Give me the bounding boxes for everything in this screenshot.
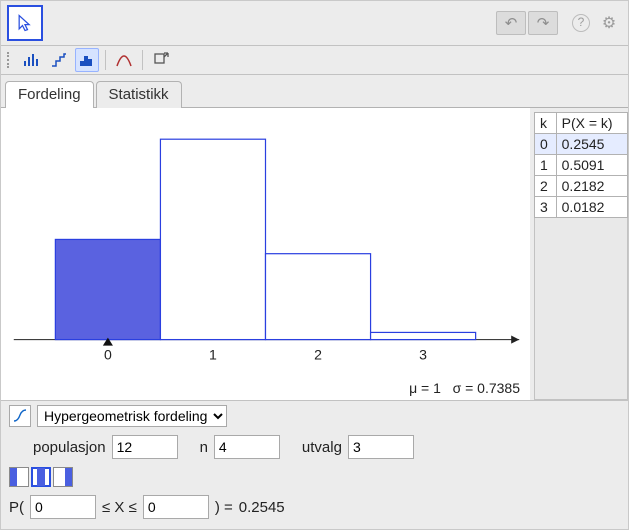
settings-button[interactable]: ⚙ — [596, 10, 622, 36]
curve-icon — [116, 52, 132, 68]
toolbar-separator — [105, 50, 106, 70]
svg-text:2: 2 — [314, 347, 322, 363]
undo-icon: ↶ — [505, 14, 518, 32]
tab-label: Fordeling — [18, 86, 81, 103]
distribution-graph-icon[interactable] — [9, 405, 31, 427]
app-window: ↶ ↷ ? ⚙ Fordel — [0, 0, 629, 530]
cell-k: 3 — [535, 197, 557, 218]
bars-icon — [23, 52, 39, 68]
col-p-header: P(X = k) — [556, 113, 627, 134]
mean-label: μ = 1 — [409, 380, 441, 396]
prob-suffix: ) = — [215, 499, 233, 516]
cell-p: 0.5091 — [556, 155, 627, 176]
pmf-table: k P(X = k) 00.254510.509120.218230.0182 — [534, 112, 628, 218]
table-row[interactable]: 20.2182 — [535, 176, 628, 197]
redo-icon: ↷ — [537, 14, 550, 32]
svg-text:0: 0 — [104, 347, 112, 363]
histogram-mode[interactable] — [75, 48, 99, 72]
step-mode[interactable] — [47, 48, 71, 72]
two-sided-interval-button[interactable] — [31, 467, 51, 487]
chart-area[interactable]: 0 1 2 3 μ = 1 σ = 0.7385 — [1, 108, 530, 400]
export-button[interactable] — [149, 48, 173, 72]
col-k-header: k — [535, 113, 557, 134]
population-input[interactable] — [112, 435, 178, 459]
distribution-select[interactable]: Hypergeometrisk fordeling — [37, 405, 227, 427]
summary-stats: μ = 1 σ = 0.7385 — [409, 380, 520, 396]
redo-button[interactable]: ↷ — [528, 11, 558, 35]
cell-k: 0 — [535, 134, 557, 155]
tab-bar: Fordeling Statistikk — [1, 75, 628, 108]
interval-mode-group — [1, 463, 628, 491]
table-row[interactable]: 30.0182 — [535, 197, 628, 218]
undo-button[interactable]: ↶ — [496, 11, 526, 35]
data-table-region: k P(X = k) 00.254510.509120.218230.0182 — [530, 108, 628, 400]
view-toolbar — [1, 46, 628, 75]
titlebar: ↶ ↷ ? ⚙ — [1, 1, 628, 46]
table-empty-area — [534, 218, 628, 400]
tab-panel: 0123 μ = 1 σ = 0.7385 k P(X = k) 00.2545… — [1, 107, 628, 400]
upper-bound-input[interactable] — [143, 495, 209, 519]
pointer-tool[interactable] — [7, 5, 43, 41]
cursor-icon — [15, 13, 35, 33]
tab-label: Statistikk — [109, 86, 169, 103]
param-label-n: n — [200, 439, 208, 456]
table-row[interactable]: 10.5091 — [535, 155, 628, 176]
prob-mid: ≤ X ≤ — [102, 499, 137, 516]
export-icon — [153, 52, 169, 68]
cell-k: 2 — [535, 176, 557, 197]
titlebar-left — [7, 5, 43, 41]
gear-icon: ⚙ — [602, 13, 616, 33]
n-input[interactable] — [214, 435, 280, 459]
bar-chart-mode-1[interactable] — [19, 48, 43, 72]
toolbar-grip[interactable] — [7, 52, 15, 68]
cdf-icon — [13, 409, 27, 423]
toolbar-separator-2 — [142, 50, 143, 70]
svg-text:1: 1 — [209, 347, 217, 363]
left-interval-button[interactable] — [9, 467, 29, 487]
prob-prefix: P( — [9, 499, 24, 516]
tab-distribution[interactable]: Fordeling — [5, 81, 94, 108]
param-label-population: populasjon — [33, 439, 106, 456]
param-label-sample: utvalg — [302, 439, 342, 456]
titlebar-right: ↶ ↷ ? ⚙ — [496, 10, 622, 36]
cell-p: 0.2545 — [556, 134, 627, 155]
normal-overlay-mode[interactable] — [112, 48, 136, 72]
help-button[interactable]: ? — [568, 10, 594, 36]
histogram-chart: 0 1 2 3 — [1, 108, 530, 400]
cell-p: 0.0182 — [556, 197, 627, 218]
sigma-label: σ = 0.7385 — [453, 380, 520, 396]
prob-result: 0.2545 — [239, 499, 285, 516]
step-icon — [51, 52, 67, 68]
parameters-panel: Hypergeometrisk fordeling populasjon n u… — [1, 400, 628, 529]
lower-bound-input[interactable] — [30, 495, 96, 519]
cell-p: 0.2182 — [556, 176, 627, 197]
histogram-icon — [79, 52, 95, 68]
table-row[interactable]: 00.2545 — [535, 134, 628, 155]
help-icon: ? — [572, 14, 590, 32]
right-interval-button[interactable] — [53, 467, 73, 487]
sample-input[interactable] — [348, 435, 414, 459]
tab-statistics[interactable]: Statistikk — [96, 81, 182, 108]
svg-text:3: 3 — [419, 347, 427, 363]
cell-k: 1 — [535, 155, 557, 176]
